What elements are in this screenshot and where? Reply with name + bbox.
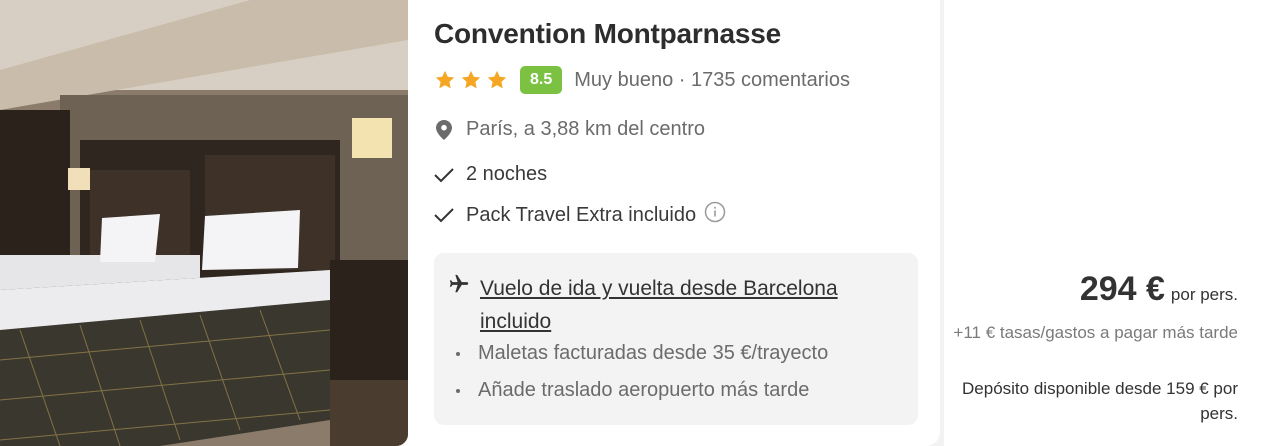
score-badge: 8.5 bbox=[520, 66, 563, 94]
check-icon bbox=[434, 165, 454, 185]
star-icon bbox=[435, 70, 455, 89]
deposit-note: Depósito disponible desde 159 € por pers… bbox=[962, 379, 1238, 423]
flight-header: Vuelo de ida y vuelta desde Barcelona in… bbox=[448, 272, 880, 338]
star-icon bbox=[487, 70, 507, 89]
flight-extra-text: Maletas facturadas desde 35 €/trayecto bbox=[478, 342, 829, 364]
info-icon[interactable] bbox=[704, 201, 726, 229]
price-row: 294 € por pers. bbox=[1080, 270, 1238, 309]
feature-text: 2 noches bbox=[466, 163, 548, 185]
rating-text: Muy bueno · 1735 comentarios bbox=[574, 68, 850, 91]
price-per: por pers. bbox=[1170, 285, 1238, 304]
feature-text: Pack Travel Extra incluido bbox=[466, 203, 697, 226]
hotel-info: Convention Montparnasse 8.5 Muy bueno · … bbox=[434, 0, 924, 446]
feature-row: 2 noches bbox=[434, 163, 547, 186]
price-panel[interactable]: 294 € por pers. +11 € tasas/gastos a pag… bbox=[944, 0, 1266, 446]
rating-row: 8.5 Muy bueno · 1735 comentarios bbox=[434, 64, 850, 96]
hotel-photo[interactable] bbox=[0, 0, 408, 446]
flight-extra-item: Añade traslado aeropuerto más tarde bbox=[456, 379, 809, 402]
flight-extra-item: Maletas facturadas desde 35 €/trayecto bbox=[456, 342, 828, 365]
star-rating bbox=[434, 69, 508, 91]
airplane-icon bbox=[449, 274, 469, 293]
bullet-dot bbox=[456, 351, 460, 356]
price: 294 € bbox=[1079, 270, 1165, 308]
hotel-name[interactable]: Convention Montparnasse bbox=[434, 18, 781, 50]
location-row: París, a 3,88 km del centro bbox=[434, 118, 705, 141]
hotel-card[interactable]: Convention Montparnasse 8.5 Muy bueno · … bbox=[0, 0, 940, 446]
flight-box: Vuelo de ida y vuelta desde Barcelona in… bbox=[434, 253, 918, 425]
flight-link[interactable]: Vuelo de ida y vuelta desde Barcelona in… bbox=[480, 272, 880, 338]
star-icon bbox=[461, 70, 481, 89]
feature-row: Pack Travel Extra incluido bbox=[434, 201, 726, 229]
map-pin-icon bbox=[434, 119, 454, 140]
flight-extra-text: Añade traslado aeropuerto más tarde bbox=[478, 379, 810, 401]
fees-note: +11 € tasas/gastos a pagar más tarde bbox=[953, 323, 1238, 342]
location-text: París, a 3,88 km del centro bbox=[466, 118, 706, 140]
check-icon bbox=[434, 205, 454, 225]
bullet-dot bbox=[456, 388, 460, 393]
